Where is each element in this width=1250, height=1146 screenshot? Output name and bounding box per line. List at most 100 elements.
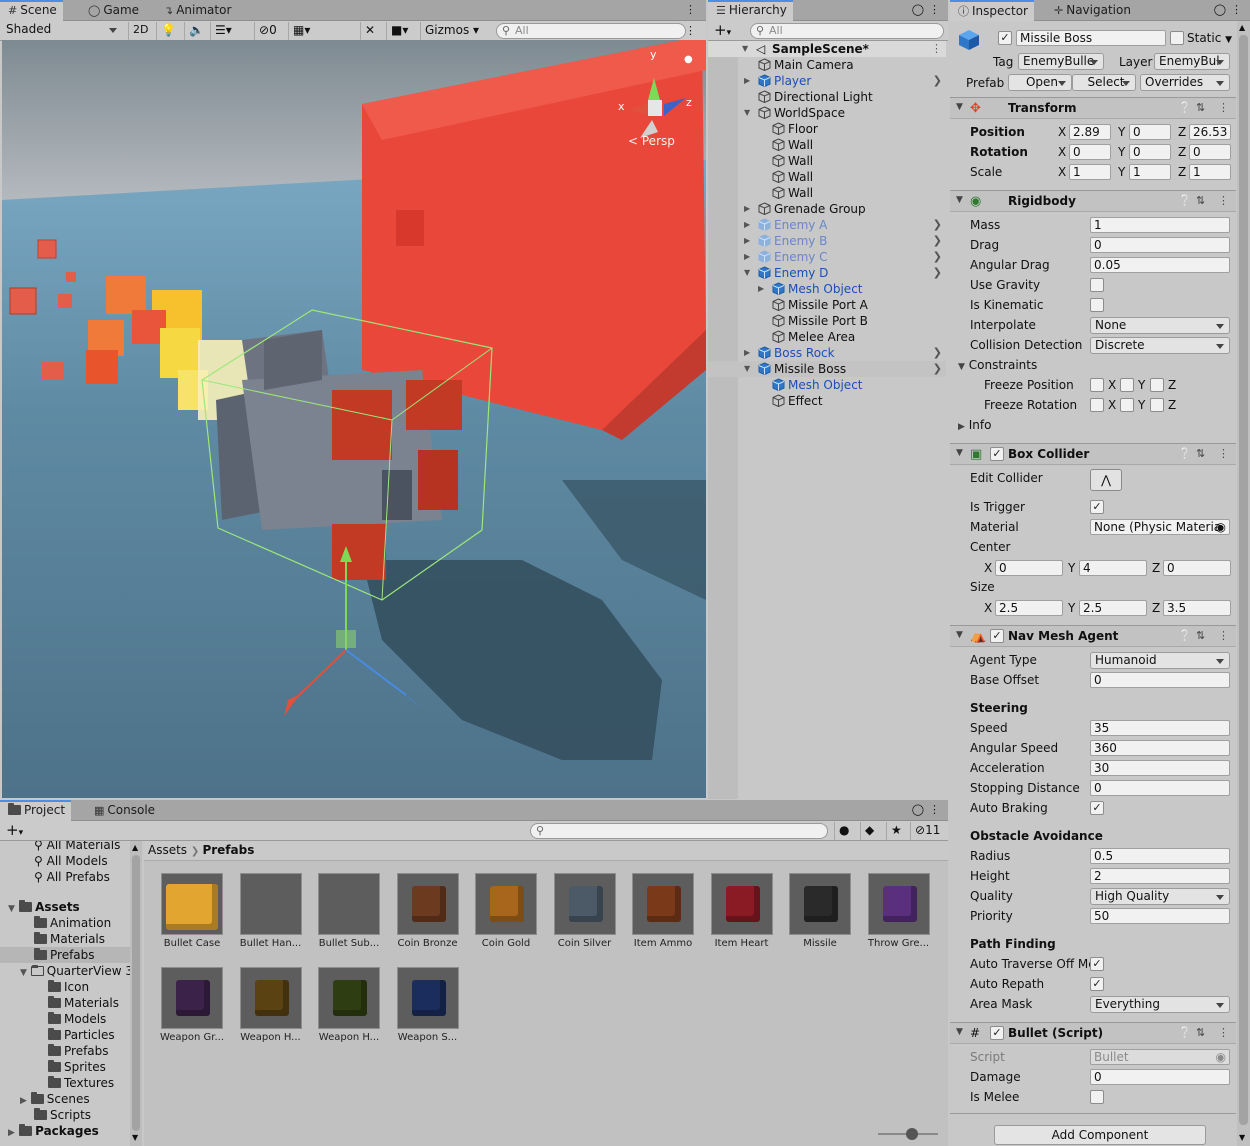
hidden-objects-toggle[interactable]: ⊘0	[254, 22, 281, 40]
preset-icon[interactable]: ⇅	[1196, 194, 1205, 207]
angular-speed-field[interactable]: 360	[1090, 740, 1230, 756]
scale-x-axis-label[interactable]: X	[1058, 165, 1066, 179]
panel-menu-icon[interactable]: ⋮	[929, 803, 940, 816]
help-icon[interactable]: ❔	[1178, 1026, 1192, 1039]
box-collider-enabled-checkbox[interactable]: ✓	[990, 447, 1004, 461]
tree-packages[interactable]: ▶ Packages	[8, 1123, 99, 1141]
tab-console[interactable]: ▦ Console	[86, 800, 161, 821]
freeze-rotation-z-checkbox[interactable]	[1150, 398, 1164, 412]
hierarchy-row[interactable]: Missile Port B	[708, 313, 946, 329]
zoom-slider-thumb[interactable]	[906, 1128, 918, 1140]
prefab-open-chevron-icon[interactable]: ❯	[933, 217, 942, 233]
hierarchy-row[interactable]: Effect	[708, 393, 946, 409]
hierarchy-row[interactable]: ▶ Boss Rock ❯	[708, 345, 946, 361]
asset-item[interactable]: Coin Bronze	[396, 873, 460, 949]
tree-q-prefabs[interactable]: Prefabs	[48, 1043, 109, 1059]
hierarchy-row[interactable]: Wall	[708, 137, 946, 153]
tree-animation[interactable]: Animation	[34, 915, 111, 931]
hierarchy-row[interactable]: ▶ Mesh Object	[708, 281, 946, 297]
tree-materials[interactable]: Materials	[34, 931, 105, 947]
auto-repath-checkbox[interactable]: ✓	[1090, 977, 1104, 991]
material-object-field[interactable]: None (Physic Materia ◉	[1090, 519, 1230, 535]
area-mask-dropdown[interactable]: Everything	[1090, 996, 1230, 1013]
tab-inspector[interactable]: ⓘ Inspector	[950, 0, 1034, 21]
tree-models[interactable]: Models	[48, 1011, 106, 1027]
help-icon[interactable]: ❔	[1178, 629, 1192, 642]
prefab-open-chevron-icon[interactable]: ❯	[933, 345, 942, 361]
favorite-all-models[interactable]: ⚲ All Models	[34, 853, 108, 869]
hierarchy-row[interactable]: Mesh Object	[708, 377, 946, 393]
auto-traverse-checkbox[interactable]: ✓	[1090, 957, 1104, 971]
scroll-down-icon[interactable]: ▼	[132, 1133, 138, 1142]
asset-item[interactable]: Bullet Case	[160, 873, 224, 949]
scene-root-row[interactable]: ▼ ◁ SampleScene* ⋮	[708, 41, 946, 57]
lock-icon[interactable]: ◯	[1214, 3, 1226, 16]
panel-menu-icon[interactable]: ⋮	[1231, 3, 1242, 16]
asset-item[interactable]: Item Ammo	[631, 873, 695, 949]
asset-item[interactable]: Weapon Gr...	[160, 967, 224, 1043]
center-z-axis-label[interactable]: Z	[1152, 561, 1160, 575]
tag-dropdown[interactable]: EnemyBulle	[1018, 53, 1104, 70]
tab-navigation[interactable]: ✛ Navigation	[1046, 0, 1137, 21]
angular-drag-field[interactable]: 0.05	[1090, 257, 1230, 273]
constraints-label[interactable]: ▼ Constraints	[958, 358, 1037, 372]
hierarchy-row[interactable]: Floor	[708, 121, 946, 137]
project-search-input[interactable]: ⚲	[530, 823, 828, 839]
hierarchy-row[interactable]: ▼ Missile Boss ❯	[708, 361, 946, 377]
radius-field[interactable]: 0.5	[1090, 848, 1230, 864]
interpolate-dropdown[interactable]: None	[1090, 317, 1230, 334]
prefab-open-chevron-icon[interactable]: ❯	[933, 73, 942, 89]
add-component-button[interactable]: Add Component	[994, 1125, 1206, 1145]
collapse-arrow-icon[interactable]: ▶	[744, 73, 750, 89]
preset-icon[interactable]: ⇅	[1196, 629, 1205, 642]
scroll-down-icon[interactable]: ▼	[1239, 1133, 1245, 1142]
preset-icon[interactable]: ⇅	[1196, 101, 1205, 114]
priority-field[interactable]: 50	[1090, 908, 1230, 924]
scale-x-field[interactable]: 1	[1069, 164, 1111, 180]
rotation-z-axis-label[interactable]: Z	[1178, 145, 1186, 159]
shading-mode-dropdown[interactable]: Shaded	[2, 22, 122, 39]
rotation-x-field[interactable]: 0	[1069, 144, 1111, 160]
agent-type-dropdown[interactable]: Humanoid	[1090, 652, 1230, 669]
grid-snap-icon[interactable]: ▦▾	[288, 22, 314, 40]
collapse-arrow-icon[interactable]: ▶	[744, 345, 750, 361]
preset-icon[interactable]: ⇅	[1196, 447, 1205, 460]
asset-item[interactable]: Bullet Han...	[239, 873, 303, 949]
collapse-arrow-icon[interactable]: ▶	[744, 249, 750, 265]
collapse-arrow-icon[interactable]: ▼	[956, 102, 963, 112]
expand-arrow-icon[interactable]: ▼	[744, 105, 750, 121]
acceleration-field[interactable]: 30	[1090, 760, 1230, 776]
camera-icon[interactable]: ■▾	[386, 22, 412, 40]
prefab-open-chevron-icon[interactable]: ❯	[933, 233, 942, 249]
expand-arrow-icon[interactable]: ▼	[742, 41, 748, 57]
tree-q-materials[interactable]: Materials	[48, 995, 119, 1011]
collapse-arrow-icon[interactable]: ▶	[758, 281, 764, 297]
rotation-x-axis-label[interactable]: X	[1058, 145, 1066, 159]
object-picker-icon[interactable]: ◉	[1216, 520, 1226, 534]
favorites-star-icon[interactable]: ★	[886, 822, 906, 840]
hierarchy-search-input[interactable]: ⚲ All	[750, 23, 944, 39]
script-enabled-checkbox[interactable]: ✓	[990, 1026, 1004, 1040]
asset-item[interactable]: Coin Gold	[474, 873, 538, 949]
auto-braking-checkbox[interactable]: ✓	[1090, 801, 1104, 815]
tree-scrollbar[interactable]: ▲ ▼	[130, 841, 142, 1146]
expand-arrow-icon[interactable]: ▼	[8, 904, 15, 914]
breadcrumb-assets[interactable]: Assets	[148, 843, 187, 857]
base-offset-field[interactable]: 0	[1090, 672, 1230, 688]
tree-particles[interactable]: Particles	[48, 1027, 115, 1043]
collapse-arrow-icon[interactable]: ▼	[956, 1027, 963, 1037]
box-collider-header[interactable]: ▼ ▣ ✓ Box Collider ❔ ⇅ ⋮	[950, 443, 1236, 465]
prefab-overrides-dropdown[interactable]: Overrides	[1140, 74, 1230, 91]
tree-icon[interactable]: Icon	[48, 979, 89, 995]
tree-prefabs[interactable]: Prefabs	[0, 947, 130, 963]
rotation-y-axis-label[interactable]: Y	[1118, 145, 1125, 159]
collapse-arrow-icon[interactable]: ▼	[956, 630, 963, 640]
speed-field[interactable]: 35	[1090, 720, 1230, 736]
component-menu-icon[interactable]: ⋮	[1218, 194, 1229, 207]
component-menu-icon[interactable]: ⋮	[1218, 101, 1229, 114]
nav-agent-enabled-checkbox[interactable]: ✓	[990, 629, 1004, 643]
position-y-field[interactable]: 0	[1129, 124, 1171, 140]
create-plus-icon[interactable]: +▾	[6, 821, 23, 839]
stopping-distance-field[interactable]: 0	[1090, 780, 1230, 796]
info-foldout[interactable]: ▶ Info	[958, 418, 991, 432]
